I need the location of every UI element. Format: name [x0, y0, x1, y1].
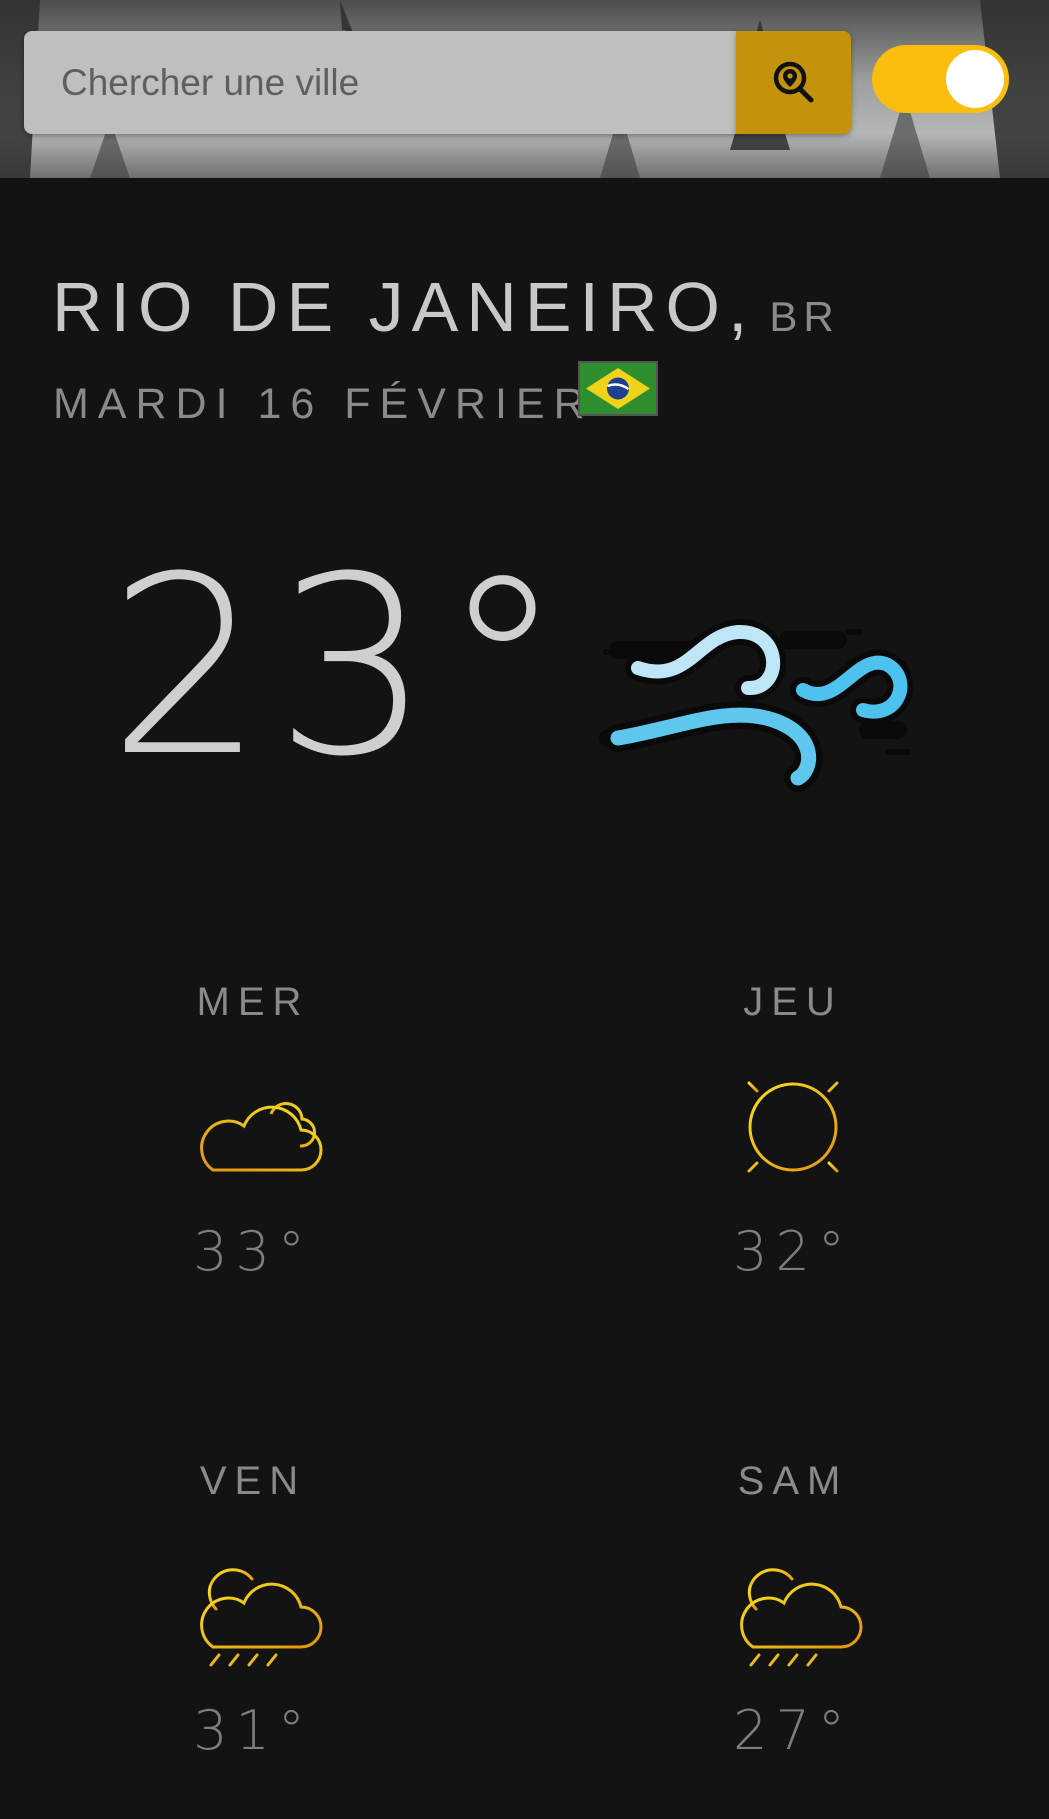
city-name: RIO DE JANEIRO, [52, 268, 756, 346]
forecast-day-label: MER [196, 980, 310, 1024]
weather-app: RIO DE JANEIRO,BR MARDI 16 FÉVRIER 23° [0, 0, 1049, 1819]
toggle-knob [946, 50, 1004, 108]
partly-cloudy-icon [200, 1102, 323, 1172]
forecast-temp: 32° [733, 1220, 853, 1283]
sun-cloud-rain-icon [200, 1568, 323, 1667]
forecast-temp: 27° [733, 1699, 853, 1762]
search-bar [24, 31, 738, 134]
forecast-day-thu: JEU 32° [643, 980, 943, 1283]
forecast-day-fri: VEN 31° [103, 1459, 403, 1762]
wind-icon [599, 619, 914, 792]
country-code: BR [769, 293, 840, 340]
forecast-temp: 33° [193, 1220, 313, 1283]
current-date: MARDI 16 FÉVRIER [53, 380, 594, 428]
sun-icon [729, 1063, 857, 1191]
current-temperature: 23° [108, 525, 575, 811]
city-heading: RIO DE JANEIRO, BR [52, 272, 840, 342]
search-button[interactable] [736, 31, 851, 134]
sun-cloud-rain-icon [740, 1568, 863, 1667]
search-input[interactable] [24, 31, 714, 134]
map-search-icon [773, 61, 814, 103]
brazil-flag-icon [578, 361, 658, 416]
forecast-temp: 31° [193, 1699, 313, 1762]
forecast-day-label: VEN [199, 1459, 307, 1503]
forecast-day-label: SAM [737, 1459, 849, 1503]
theme-toggle[interactable] [872, 45, 1009, 113]
header-banner [0, 0, 1049, 178]
forecast-day-label: JEU [743, 980, 843, 1024]
forecast-day-sat: SAM 27° [643, 1459, 943, 1762]
forecast-day-wed: MER 33° [103, 980, 403, 1283]
